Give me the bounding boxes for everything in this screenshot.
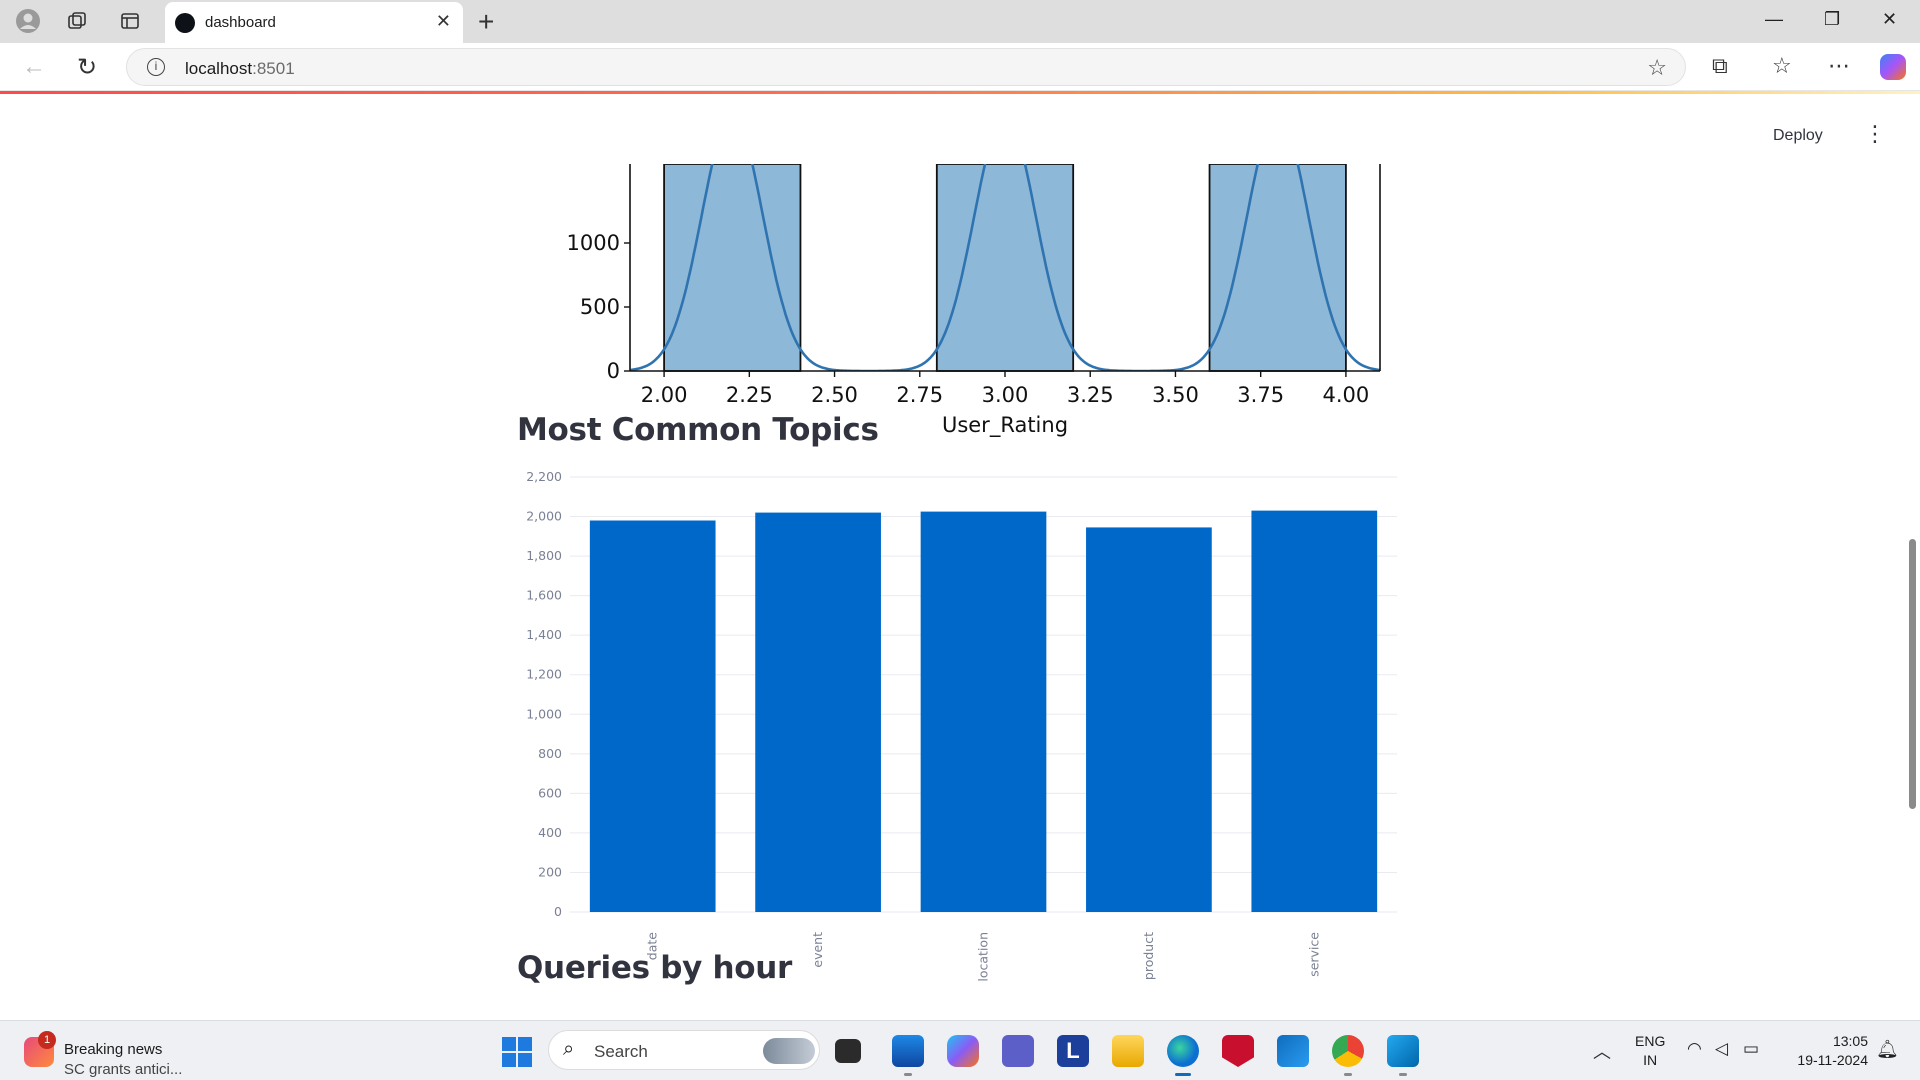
- restore-icon[interactable]: ❐: [1824, 9, 1840, 30]
- histogram-x-tick-label-7: 3.75: [1237, 383, 1284, 407]
- section-title-queries: Queries by hour: [517, 950, 793, 986]
- close-window-icon[interactable]: ✕: [1882, 9, 1897, 30]
- l-app-icon[interactable]: L: [1057, 1035, 1089, 1067]
- histogram-bar-1: [935, 164, 1075, 372]
- extensions-icon[interactable]: ⧉: [1712, 53, 1728, 79]
- close-tab-icon[interactable]: ✕: [436, 11, 451, 32]
- wifi-icon[interactable]: ◠: [1687, 1039, 1702, 1059]
- histogram-bar-0: [663, 164, 802, 372]
- store-icon[interactable]: [1277, 1035, 1309, 1067]
- new-tab-icon[interactable]: +: [478, 6, 494, 38]
- section-title-topics: Most Common Topics: [517, 412, 879, 448]
- topic-bar-event: [755, 512, 881, 912]
- histogram-x-axis-label: User_Rating: [942, 413, 1068, 438]
- topic-bar-service: [1251, 510, 1378, 912]
- histogram-x-tick-label-4: 3.00: [982, 383, 1029, 407]
- mcafee-icon[interactable]: [1222, 1035, 1254, 1067]
- minimize-icon[interactable]: —: [1765, 9, 1783, 30]
- topics-y-tick-label-6: 1,200: [526, 667, 562, 682]
- news-subtitle: SC grants antici...: [64, 1061, 183, 1078]
- topics-y-tick-label-5: 1,000: [526, 706, 562, 721]
- topic-bar-location: [920, 511, 1047, 912]
- histogram-y-tick-label-2: 1000: [567, 231, 620, 255]
- histogram-x-tick-label-3: 2.75: [896, 383, 943, 407]
- topic-bar-product: [1086, 527, 1212, 912]
- histogram-x-tick-label-6: 3.50: [1152, 383, 1199, 407]
- topics-y-tick-label-3: 600: [538, 785, 562, 800]
- taskbar: 1 Breaking news SC grants antici... ⌕ Se…: [0, 1020, 1920, 1080]
- scrollbar[interactable]: [1906, 94, 1920, 1020]
- tab-strip: dashboard ✕ + — ❐ ✕: [0, 0, 1920, 43]
- back-icon[interactable]: ←: [22, 53, 46, 81]
- tab-dashboard[interactable]: dashboard ✕: [165, 2, 463, 43]
- taskbar-search[interactable]: ⌕ Search: [548, 1030, 820, 1070]
- topics-y-tick-label-8: 1,600: [526, 588, 562, 603]
- workspaces-icon[interactable]: [63, 7, 91, 35]
- reload-icon[interactable]: ↻: [77, 53, 97, 82]
- tab-title: dashboard: [205, 14, 276, 31]
- histogram-x-tick-label-8: 4.00: [1323, 383, 1370, 407]
- topic-x-label-event: event: [810, 932, 825, 968]
- vertical-tabs-icon[interactable]: [116, 7, 144, 35]
- teams-icon[interactable]: [1002, 1035, 1034, 1067]
- volume-icon[interactable]: ◁: [1715, 1039, 1728, 1059]
- copilot-icon[interactable]: [1880, 54, 1906, 80]
- address-bar[interactable]: i localhost:8501 ☆: [126, 48, 1686, 86]
- file-explorer-icon[interactable]: [1112, 1035, 1144, 1067]
- main-menu-icon[interactable]: ⋮: [1864, 123, 1886, 145]
- topics-y-tick-label-4: 800: [538, 746, 562, 761]
- vscode-icon[interactable]: [1387, 1035, 1419, 1076]
- topics-y-tick-label-9: 1,800: [526, 548, 562, 563]
- app-content: Deploy ⋮ 0 500 1000 2.00 2.25 2.50 2.75 3.00 3.2…: [0, 94, 1920, 1020]
- battery-icon[interactable]: ▭: [1743, 1039, 1759, 1059]
- topic-x-label-product: product: [1141, 932, 1156, 980]
- streamlit-favicon-icon: [175, 13, 195, 33]
- stock-app-icon[interactable]: [892, 1035, 924, 1076]
- deploy-button[interactable]: Deploy: [1773, 127, 1823, 145]
- url-text[interactable]: localhost:8501: [185, 59, 295, 79]
- histogram-y-tick-label-0: 0: [607, 359, 620, 383]
- browser-window: dashboard ✕ + — ❐ ✕ ← ↻ i localhost:8501…: [0, 0, 1920, 1080]
- topics-y-tick-label-11: 2,200: [526, 469, 562, 484]
- tray-chevron-icon[interactable]: ︿: [1593, 1038, 1611, 1064]
- topics-y-tick-label-0: 0: [554, 904, 562, 919]
- language-indicator[interactable]: ENG IN: [1635, 1032, 1665, 1070]
- search-highlight-icon: [763, 1038, 815, 1064]
- topic-bar-date: [589, 520, 716, 912]
- histogram-x-tick-label-0: 2.00: [641, 383, 688, 407]
- site-info-icon[interactable]: i: [147, 58, 165, 76]
- edge-browser-icon[interactable]: [1167, 1035, 1199, 1076]
- histogram-bar-2: [1208, 164, 1347, 372]
- topic-x-label-location: location: [976, 932, 991, 982]
- histogram-x-tick-label-1: 2.25: [726, 383, 773, 407]
- topics-y-tick-label-1: 200: [538, 864, 562, 879]
- scrollbar-thumb[interactable]: [1909, 539, 1916, 809]
- histogram-x-tick-label-5: 3.25: [1067, 383, 1114, 407]
- topics-bar-chart: 0 200 400 600 800 1,000 1,200 1,400 1,600 1,800 2,…: [526, 469, 1397, 982]
- topics-y-tick-label-2: 400: [538, 825, 562, 840]
- address-toolbar: ← ↻ i localhost:8501 ☆ ⧉ ☆ ⋯: [0, 43, 1920, 91]
- notifications-icon[interactable]: 🔔︎: [1876, 1039, 1899, 1060]
- task-view-icon[interactable]: [835, 1039, 861, 1063]
- favorite-star-icon[interactable]: ☆: [1647, 55, 1667, 81]
- topic-x-label-service: service: [1306, 932, 1321, 977]
- news-title: Breaking news: [64, 1041, 163, 1058]
- topics-y-tick-label-10: 2,000: [526, 509, 562, 524]
- favorites-icon[interactable]: ☆: [1772, 53, 1792, 79]
- search-label: Search: [594, 1042, 648, 1061]
- histogram-x-tick-label-2: 2.50: [811, 383, 858, 407]
- copilot-app-icon[interactable]: [947, 1035, 979, 1067]
- windows-start-icon[interactable]: [502, 1037, 532, 1067]
- clock[interactable]: 13:05 19-11-2024: [1788, 1032, 1868, 1070]
- profile-icon[interactable]: [14, 7, 42, 35]
- histogram-y-tick-label-1: 500: [580, 295, 620, 319]
- news-badge: 1: [38, 1031, 56, 1049]
- topics-y-tick-label-7: 1,400: [526, 627, 562, 642]
- more-options-icon[interactable]: ⋯: [1828, 53, 1850, 79]
- chrome-icon[interactable]: [1332, 1035, 1364, 1076]
- search-icon: ⌕: [563, 1038, 575, 1060]
